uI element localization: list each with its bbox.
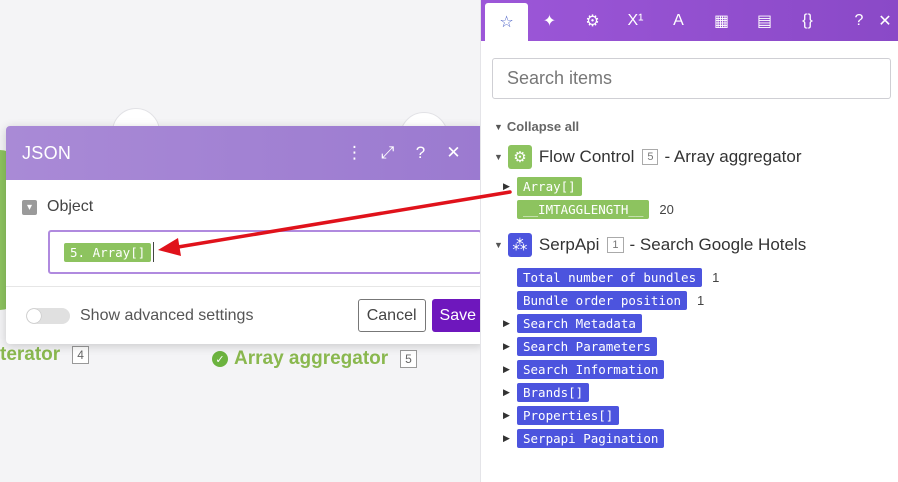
close-icon[interactable]: ✕ (437, 143, 470, 163)
serpapi-logo-icon: ⁂ (507, 233, 532, 257)
mapping-pill[interactable]: Search Metadata (517, 314, 642, 333)
section-title: Flow Control (538, 147, 635, 166)
caret-right-icon[interactable]: ▶ (503, 181, 515, 192)
caret-down-icon: ▼ (494, 121, 503, 132)
search-input[interactable] (492, 58, 891, 99)
help-icon[interactable]: ? (404, 143, 437, 163)
collapse-checkbox-icon[interactable]: ▾ (22, 199, 37, 215)
mapping-panel: ☆ ✦ ⚙ X¹ A ▦ ▤ {} ? ✕ ▼ Collapse all ▼ ⚙… (480, 0, 898, 482)
list-item[interactable]: Total number of bundles 1 (503, 266, 898, 289)
mapping-pill[interactable]: Total number of bundles (517, 268, 703, 287)
mapping-pill[interactable]: __IMTAGGLENGTH__ (517, 200, 650, 219)
list-item[interactable]: ▶ Serpapi Pagination (503, 427, 898, 450)
tab-star-icon[interactable]: ☆ (485, 3, 528, 41)
caret-right-icon[interactable]: ▶ (503, 318, 515, 329)
mapped-value-pill[interactable]: 5. Array[] (64, 242, 152, 262)
section-title: SerpApi (538, 235, 600, 254)
list-item[interactable]: Bundle order position 1 (503, 289, 898, 312)
list-item[interactable]: ▶ Search Information (503, 358, 898, 381)
save-button[interactable]: Save (431, 299, 484, 332)
list-item[interactable]: ▶ Search Parameters (503, 335, 898, 358)
list-item[interactable]: ▶ Brands[] (503, 381, 898, 404)
mapping-pill[interactable]: Search Information (517, 360, 665, 379)
module-number-badge: 1 (607, 237, 624, 253)
mapping-pill[interactable]: Serpapi Pagination (517, 429, 665, 448)
iterator-label-text: terator (0, 344, 61, 365)
advanced-settings-label: Show advanced settings (80, 306, 254, 324)
tab-sparkle-icon[interactable]: ✦ (528, 0, 571, 41)
list-item[interactable]: __IMTAGGLENGTH__ 20 (503, 198, 898, 221)
module-number-badge: 4 (72, 346, 89, 364)
check-icon: ✓ (212, 351, 228, 367)
caret-right-icon[interactable]: ▶ (503, 341, 515, 352)
tab-calendar-icon[interactable]: ▦ (700, 0, 743, 41)
dialog-header: JSON ⋮ ⤢ ? ✕ (6, 126, 484, 180)
tab-gear-icon[interactable]: ⚙ (571, 0, 614, 41)
iterator-module-label: terator 4 (0, 344, 89, 366)
help-icon[interactable]: ? (846, 0, 872, 41)
object-field-header[interactable]: ▾ Object (22, 198, 484, 216)
mapping-pill[interactable]: Array[] (517, 177, 582, 196)
close-icon[interactable]: ✕ (872, 0, 898, 41)
caret-right-icon[interactable]: ▶ (503, 364, 515, 375)
module-number-badge: 5 (400, 350, 417, 368)
aggregator-label-text: Array aggregator (234, 348, 389, 369)
serpapi-items: Total number of bundles 1 Bundle order p… (503, 266, 898, 450)
item-value: 20 (659, 202, 674, 217)
dialog-title: JSON (22, 142, 72, 163)
tab-text-icon[interactable]: A (657, 0, 700, 41)
mapping-pill[interactable]: Brands[] (517, 383, 590, 402)
json-dialog: JSON ⋮ ⤢ ? ✕ ▾ Object 5. Array[] Show ad… (6, 126, 484, 344)
caret-down-icon: ▼ (494, 240, 503, 250)
item-value: 1 (697, 293, 705, 308)
cancel-button[interactable]: Cancel (357, 299, 426, 332)
flow-control-items: ▶ Array[] __IMTAGGLENGTH__ 20 (503, 175, 898, 221)
module-number-badge: 5 (642, 149, 659, 165)
collapse-all-link[interactable]: ▼ Collapse all (494, 119, 898, 134)
list-item[interactable]: ▶ Properties[] (503, 404, 898, 427)
advanced-settings-toggle[interactable] (26, 307, 70, 324)
mapping-pill[interactable]: Bundle order position (517, 291, 688, 310)
mapping-pill[interactable]: Search Parameters (517, 337, 657, 356)
panel-tabbar: ☆ ✦ ⚙ X¹ A ▦ ▤ {} ? ✕ (481, 0, 898, 41)
gear-icon: ⚙ (507, 145, 532, 169)
tab-braces-icon[interactable]: {} (786, 0, 829, 41)
aggregator-module-label: ✓ Array aggregator 5 (212, 348, 417, 370)
tab-table-icon[interactable]: ▤ (743, 0, 786, 41)
list-item[interactable]: ▶ Search Metadata (503, 312, 898, 335)
dialog-footer: Show advanced settings Cancel Save (6, 286, 484, 344)
dialog-body: ▾ Object 5. Array[] (6, 180, 484, 274)
object-value-input[interactable]: 5. Array[] (48, 230, 482, 274)
section-subtitle: - Array aggregator (664, 147, 802, 166)
object-label: Object (47, 198, 94, 215)
mapping-pill[interactable]: Properties[] (517, 406, 620, 425)
item-value: 1 (712, 270, 720, 285)
list-item[interactable]: ▶ Array[] (503, 175, 898, 198)
collapse-all-label: Collapse all (506, 119, 580, 134)
caret-down-icon: ▼ (494, 152, 503, 162)
section-flow-control[interactable]: ▼ ⚙ Flow Control 5 - Array aggregator (494, 145, 898, 169)
text-caret (153, 242, 155, 262)
caret-right-icon[interactable]: ▶ (503, 433, 515, 444)
caret-right-icon[interactable]: ▶ (503, 387, 515, 398)
caret-right-icon[interactable]: ▶ (503, 410, 515, 421)
more-options-icon[interactable]: ⋮ (338, 143, 371, 163)
section-serpapi[interactable]: ▼ ⁂ SerpApi 1 - Search Google Hotels (494, 233, 898, 257)
expand-icon[interactable]: ⤢ (371, 143, 404, 163)
section-subtitle: - Search Google Hotels (629, 235, 807, 254)
tab-superscript-icon[interactable]: X¹ (614, 0, 657, 41)
